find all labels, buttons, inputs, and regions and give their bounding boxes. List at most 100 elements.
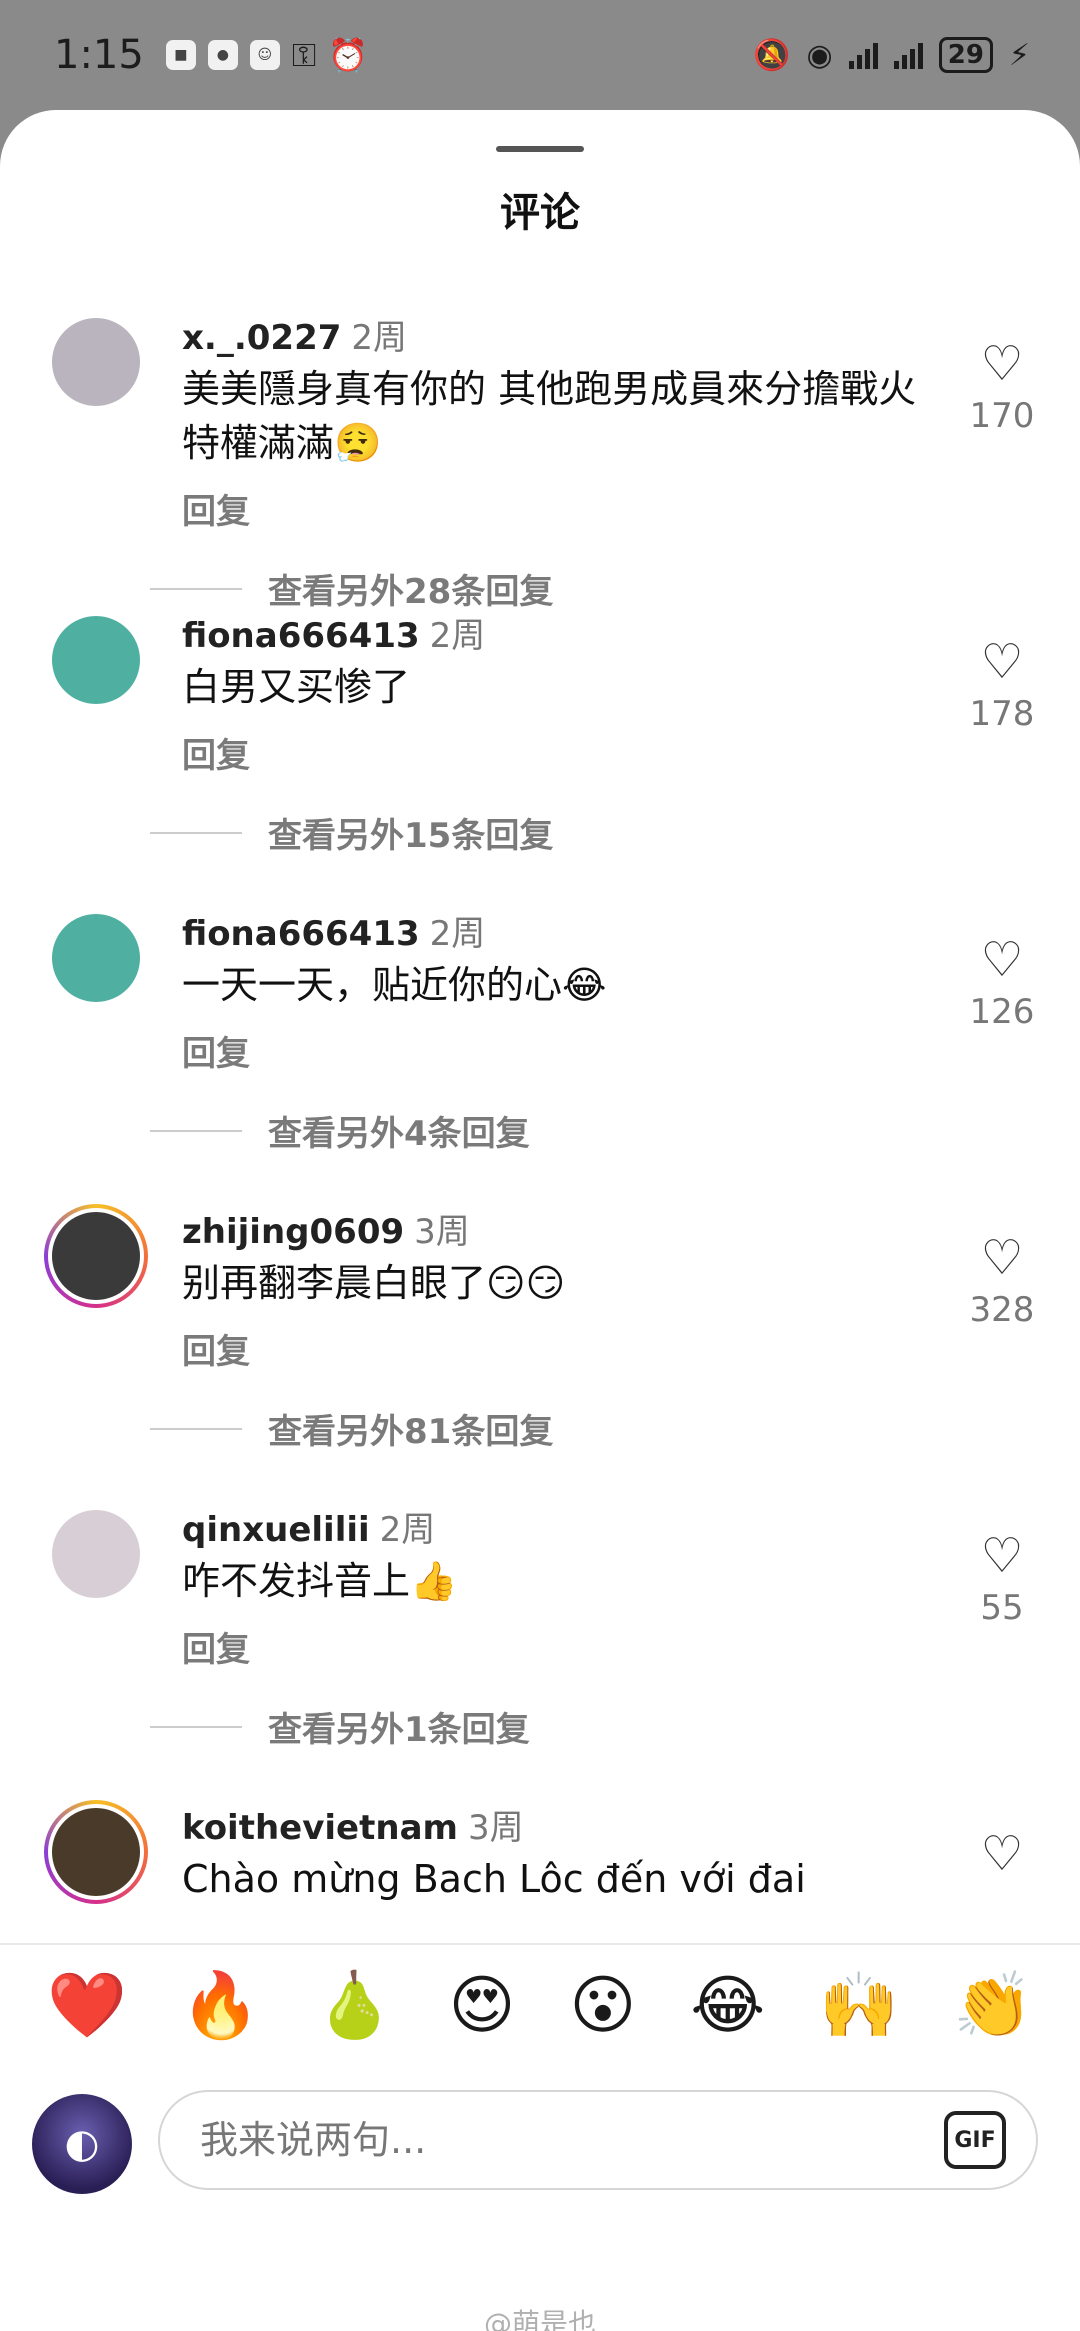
comment-avatar[interactable]	[44, 1204, 148, 1308]
comment-time: 3周	[414, 1212, 470, 1252]
comment-username[interactable]: fiona666413	[182, 914, 420, 954]
comment-text: 美美隱身真有你的 其他跑男成員來分擔戰火 特權滿滿😮‍💨	[182, 367, 917, 465]
view-more-replies[interactable]: 查看另外15条回复	[150, 808, 553, 857]
status-bar: 1:15 ■ ● ☺ ⚿ ⏰ 🔕 ◉ 29 ⚡	[0, 0, 1080, 110]
comment-username[interactable]: qinxuelilii	[182, 1510, 370, 1550]
comment-composer: ◐ GIF	[0, 2076, 1080, 2204]
comment-header: x._.0227 2周	[182, 310, 407, 359]
comment-text: Chào mừng Bach Lôc đến với đai	[182, 1857, 806, 1901]
like-button[interactable]: ♡ 55	[950, 1532, 1054, 1628]
quick-emoji-button[interactable]: 🍐	[315, 1974, 395, 2038]
comment-avatar[interactable]	[44, 310, 148, 414]
signal-icon	[848, 41, 878, 69]
avatar-image	[48, 314, 144, 410]
comment-time: 2周	[379, 1510, 436, 1550]
like-count: 328	[969, 1290, 1035, 1330]
status-system-icons: 🔕 ◉ 29 ⚡	[753, 37, 1030, 73]
quick-emoji-button[interactable]: 😂	[690, 1974, 765, 2038]
mute-icon: 🔕	[753, 37, 791, 73]
comment-username[interactable]: fiona666413	[182, 616, 420, 656]
view-more-replies[interactable]: 查看另外81条回复	[150, 1404, 553, 1453]
comment-time: 2周	[429, 616, 486, 656]
view-more-replies-label[interactable]: 查看另外81条回复	[268, 1404, 553, 1453]
reply-button[interactable]: 回复	[182, 728, 250, 777]
heart-icon[interactable]: ♡	[980, 1830, 1023, 1878]
signal-icon-2	[893, 41, 923, 69]
heart-icon[interactable]: ♡	[980, 1532, 1023, 1580]
comment-time: 2周	[429, 914, 486, 954]
reply-button[interactable]: 回复	[182, 484, 250, 533]
like-count: 170	[969, 396, 1035, 436]
sheet-title: 评论	[500, 190, 580, 236]
alarm-icon: ⏰	[328, 36, 369, 74]
status-notification-icons: ■ ● ☺ ⚿ ⏰	[165, 36, 369, 74]
comment-header: koithevietnam 3周	[182, 1800, 524, 1849]
comment-item: x._.0227 2周 美美隱身真有你的 其他跑男成員來分擔戰火 特權滿滿😮‍💨 回…	[0, 290, 1080, 612]
quick-emoji-button[interactable]: 👏	[953, 1974, 1033, 2038]
charging-icon: ⚡	[1008, 37, 1030, 73]
comment-avatar[interactable]	[44, 1800, 148, 1904]
like-button[interactable]: ♡ 328	[950, 1234, 1054, 1330]
avatar-image	[48, 1208, 144, 1304]
like-button[interactable]: ♡ 170	[950, 340, 1054, 436]
quick-emoji-button[interactable]: 😍	[449, 1974, 516, 2038]
comment-header: qinxuelilii 2周	[182, 1502, 435, 1551]
comment-avatar[interactable]	[44, 608, 148, 712]
comment-input-box[interactable]: GIF	[158, 2090, 1038, 2190]
wechat-icon: ●	[207, 40, 238, 70]
avatar-image	[48, 1804, 144, 1900]
reply-button[interactable]: 回复	[182, 1324, 250, 1373]
comment-text: 别再翻李晨白眼了😏😏	[182, 1261, 566, 1305]
heart-icon[interactable]: ♡	[980, 340, 1023, 388]
heart-icon[interactable]: ♡	[980, 638, 1023, 686]
divider	[150, 831, 242, 834]
status-time: 1:15	[54, 32, 144, 78]
like-count: 55	[980, 1588, 1024, 1628]
comment-username[interactable]: x._.0227	[182, 318, 341, 358]
comments-sheet: 评论 x._.0227 2周 美美隱身真有你的 其他跑男成員來分擔戰火 特權滿滿😮…	[0, 110, 1080, 2331]
comment-username[interactable]: zhijing0609	[182, 1212, 404, 1252]
comment-avatar[interactable]	[44, 1502, 148, 1606]
comment-list[interactable]: x._.0227 2周 美美隱身真有你的 其他跑男成員來分擔戰火 特權滿滿😮‍💨 回…	[0, 290, 1080, 1940]
comment-item: qinxuelilii 2周 咋不发抖音上👍 回复 ♡ 55 查看另外1条回复	[0, 1482, 1080, 1780]
avatar-notification-icon: ☺	[249, 40, 280, 70]
view-more-replies-label[interactable]: 查看另外4条回复	[268, 1106, 530, 1155]
view-more-replies[interactable]: 查看另外1条回复	[150, 1702, 530, 1751]
key-icon: ⚿	[291, 36, 317, 74]
heart-icon[interactable]: ♡	[980, 1234, 1023, 1282]
battery-indicator: 29	[938, 37, 993, 73]
drag-handle[interactable]	[496, 146, 584, 152]
comment-item: fiona666413 2周 白男又买惨了 回复 ♡ 178 查看另外15条回复	[0, 588, 1080, 886]
divider	[150, 1129, 242, 1132]
comment-item: zhijing0609 3周 别再翻李晨白眼了😏😏 回复 ♡ 328 查看另外81条…	[0, 1184, 1080, 1482]
divider	[150, 1725, 242, 1728]
avatar-image	[48, 1506, 144, 1602]
like-button[interactable]: ♡	[950, 1830, 1054, 1886]
quick-emoji-button[interactable]: ❤️	[47, 1974, 127, 2038]
comment-input[interactable]	[200, 2118, 944, 2162]
avatar-image	[48, 612, 144, 708]
quick-emoji-bar: ❤️ 🔥 🍐 😍 😮 😂 🙌 👏	[0, 1943, 1080, 2067]
heart-icon[interactable]: ♡	[980, 936, 1023, 984]
notification-app-icon: ■	[165, 40, 196, 70]
comment-time: 2周	[351, 318, 408, 358]
comment-avatar[interactable]	[44, 906, 148, 1010]
quick-emoji-button[interactable]: 😮	[569, 1974, 636, 2038]
like-button[interactable]: ♡ 178	[950, 638, 1054, 734]
like-count: 126	[969, 992, 1035, 1032]
like-button[interactable]: ♡ 126	[950, 936, 1054, 1032]
comment-time: 3周	[467, 1808, 524, 1848]
my-avatar[interactable]: ◐	[32, 2094, 132, 2194]
gif-button[interactable]: GIF	[944, 2111, 1006, 2169]
view-more-replies-label[interactable]: 查看另外1条回复	[268, 1702, 530, 1751]
comment-item: koithevietnam 3周 Chào mừng Bach Lôc đến v…	[0, 1780, 1080, 1940]
quick-emoji-button[interactable]: 🙌	[819, 1974, 899, 2038]
comment-username[interactable]: koithevietnam	[182, 1808, 458, 1848]
comment-text: 一天一天，贴近你的心😂	[182, 963, 607, 1007]
quick-emoji-button[interactable]: 🔥	[181, 1974, 261, 2038]
reply-button[interactable]: 回复	[182, 1026, 250, 1075]
view-more-replies[interactable]: 查看另外4条回复	[150, 1106, 530, 1155]
reply-button[interactable]: 回复	[182, 1622, 250, 1671]
view-more-replies-label[interactable]: 查看另外15条回复	[268, 808, 553, 857]
comment-item: fiona666413 2周 一天一天，贴近你的心😂 回复 ♡ 126 查看另外4条…	[0, 886, 1080, 1184]
